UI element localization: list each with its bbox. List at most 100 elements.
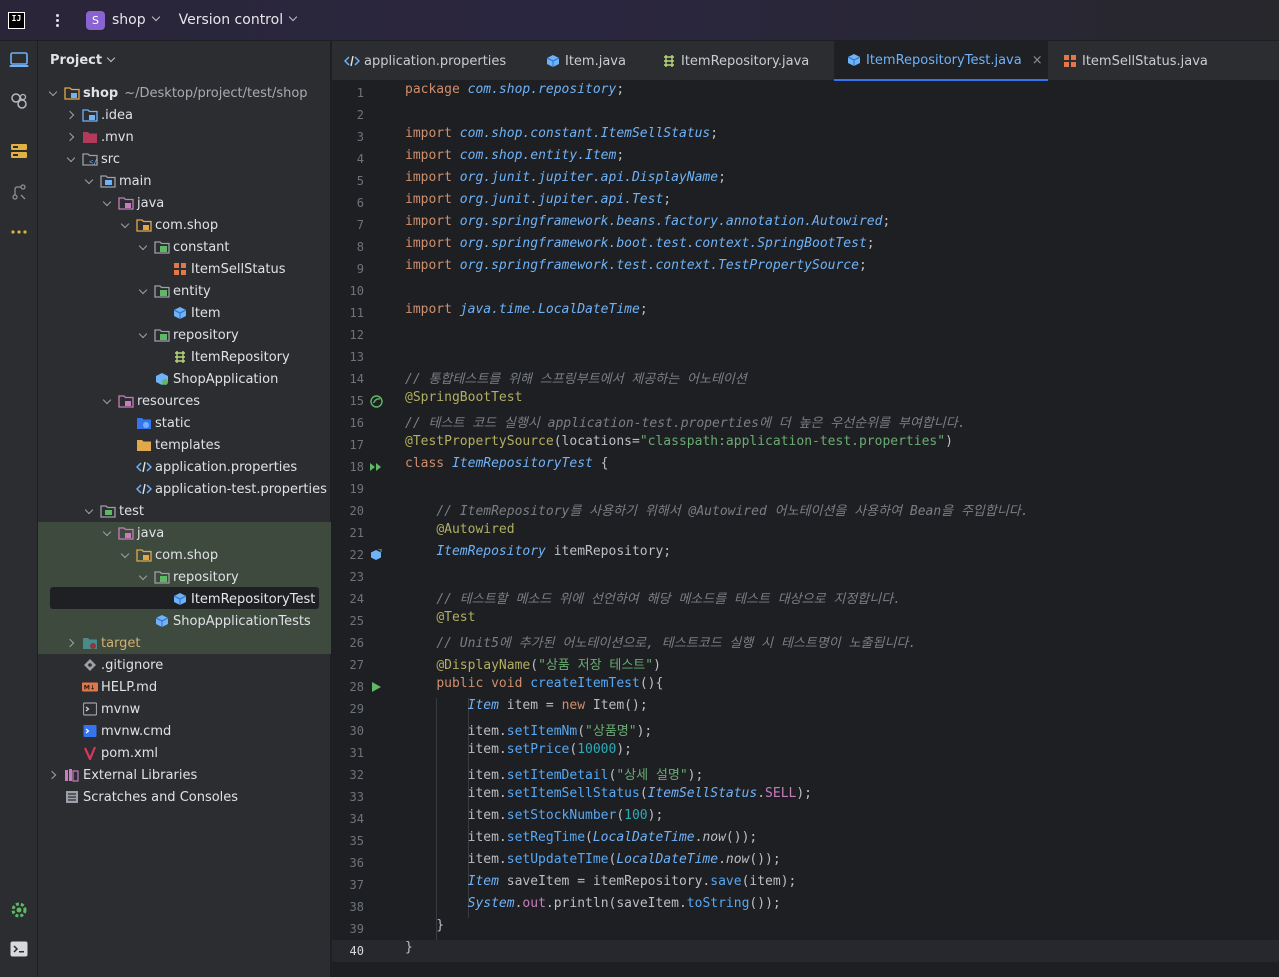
code-line[interactable]: @Test: [405, 610, 475, 632]
code-line[interactable]: // Unit5에 추가된 어노테이션으로, 테스트코드 실행 시 테스트명이 …: [405, 632, 916, 654]
run-all-icon[interactable]: [369, 460, 383, 474]
tree-item-external-libraries[interactable]: External Libraries: [38, 764, 331, 786]
code-line[interactable]: class ItemRepositoryTest {: [405, 456, 609, 478]
code-line[interactable]: item.setItemDetail("상세 설명");: [405, 764, 704, 786]
code-editor[interactable]: 1 2 3 4 5 6 7 8 9 10 11 12 13 14 15 16 17 18 19 20 21 22 23 24 2…: [332, 82, 1279, 977]
tree-item-mvnw-cmd[interactable]: mvnw.cmd: [38, 720, 331, 742]
tree-item-templates[interactable]: templates: [38, 434, 331, 456]
tree-item-idea[interactable]: .idea: [38, 104, 331, 126]
run-test-icon[interactable]: [369, 680, 383, 694]
code-line[interactable]: import org.junit.jupiter.api.Test;: [405, 192, 671, 214]
app-logo-icon[interactable]: IJ: [8, 11, 25, 29]
chevron-down-icon[interactable]: [100, 196, 114, 210]
code-line[interactable]: @DisplayName("상품 저장 테스트"): [405, 654, 661, 676]
tab-item-java[interactable]: Item.java: [543, 41, 643, 81]
chevron-down-icon[interactable]: [288, 12, 298, 22]
code-line[interactable]: }: [405, 940, 413, 962]
code-line[interactable]: item.setStockNumber(100);: [405, 808, 664, 830]
code-line[interactable]: import org.springframework.boot.test.con…: [405, 236, 875, 258]
chevron-down-icon[interactable]: [46, 86, 60, 100]
tree-item-entity[interactable]: entity: [38, 280, 331, 302]
code-line[interactable]: // 통합테스트를 위해 스프링부트에서 제공하는 어노테이션: [405, 368, 747, 390]
code-line[interactable]: @SpringBootTest: [405, 390, 522, 412]
tree-item-itemrepository[interactable]: ItemRepository: [38, 346, 331, 368]
chevron-down-icon[interactable]: [64, 152, 78, 166]
project-icon[interactable]: [9, 50, 29, 70]
code-line[interactable]: // ItemRepository를 사용하기 위해서 @Autowired 어…: [405, 500, 1028, 522]
chevron-down-icon[interactable]: [100, 526, 114, 540]
tree-item-scratches-and-consoles[interactable]: Scratches and Consoles: [38, 786, 331, 808]
code-line[interactable]: import org.springframework.test.context.…: [405, 258, 867, 280]
code-line[interactable]: ItemRepository itemRepository;: [405, 544, 671, 566]
tree-item-pom-xml[interactable]: pom.xml: [38, 742, 331, 764]
code-line[interactable]: }: [405, 918, 444, 940]
tree-item-main[interactable]: main: [38, 170, 331, 192]
project-badge[interactable]: S: [86, 10, 105, 30]
tree-item-itemsellstatus[interactable]: ItemSellStatus: [38, 258, 331, 280]
code-line[interactable]: @Autowired: [405, 522, 514, 544]
tree-item-com-shop[interactable]: com.shop: [38, 214, 331, 236]
code-line[interactable]: item.setUpdateTIme(LocalDateTime.now());: [405, 852, 781, 874]
more-icon[interactable]: [9, 222, 29, 242]
settings-icon[interactable]: [9, 900, 29, 920]
tree-item-application-test-properties[interactable]: application-test.properties: [38, 478, 331, 500]
autowired-bean-icon[interactable]: [369, 548, 383, 562]
code-line[interactable]: import com.shop.entity.Item;: [405, 148, 624, 170]
tree-item-shop[interactable]: shop ~/Desktop/project/test/shop: [38, 82, 331, 104]
code-line[interactable]: item.setPrice(10000);: [405, 742, 632, 764]
tree-item-java[interactable]: java: [38, 192, 331, 214]
chevron-down-icon[interactable]: [118, 548, 132, 562]
code-line[interactable]: Item saveItem = itemRepository.save(item…: [405, 874, 797, 896]
chevron-right-icon[interactable]: [64, 130, 78, 144]
chevron-right-icon[interactable]: [64, 636, 78, 650]
terminal-icon[interactable]: [9, 939, 29, 959]
code-line[interactable]: System.out.println(saveItem.toString());: [405, 896, 781, 918]
code-line[interactable]: import org.junit.jupiter.api.DisplayName…: [405, 170, 726, 192]
chevron-down-icon[interactable]: [136, 240, 150, 254]
tab-application-properties[interactable]: application.properties: [342, 41, 532, 81]
code-line[interactable]: @TestPropertySource(locations="classpath…: [405, 434, 953, 456]
chevron-right-icon[interactable]: [64, 108, 78, 122]
chevron-down-icon[interactable]: [82, 174, 96, 188]
tree-item-repository[interactable]: repository: [38, 566, 331, 588]
tree-item-item[interactable]: Item: [38, 302, 331, 324]
chevron-down-icon[interactable]: [100, 394, 114, 408]
vcs-icon[interactable]: [9, 182, 29, 202]
chevron-down-icon[interactable]: [151, 12, 160, 22]
tree-item-shopapplication[interactable]: ShopApplication: [38, 368, 331, 390]
project-name[interactable]: shop: [112, 12, 146, 28]
chevron-down-icon[interactable]: [106, 53, 116, 63]
tree-item-mvnw[interactable]: mvnw: [38, 698, 331, 720]
tree-item-mvn[interactable]: .mvn: [38, 126, 331, 148]
chevron-down-icon[interactable]: [136, 284, 150, 298]
chevron-right-icon[interactable]: [46, 768, 60, 782]
tree-item-resources[interactable]: resources: [38, 390, 331, 412]
chevron-down-icon[interactable]: [136, 570, 150, 584]
chevron-down-icon[interactable]: [118, 218, 132, 232]
code-line[interactable]: public void createItemTest(){: [405, 676, 663, 698]
code-line[interactable]: // 테스트 코드 실행시 application-test.propertie…: [405, 412, 966, 434]
chevron-down-icon[interactable]: [136, 328, 150, 342]
tree-item-java[interactable]: java: [38, 522, 331, 544]
tree-item-gitignore[interactable]: .gitignore: [38, 654, 331, 676]
code-line[interactable]: item.setItemNm("상품명");: [405, 720, 653, 742]
spring-bean-icon[interactable]: [369, 394, 383, 408]
main-menu-icon[interactable]: [47, 10, 67, 30]
chevron-down-icon[interactable]: [82, 504, 96, 518]
tree-item-com-shop[interactable]: com.shop: [38, 544, 331, 566]
close-tab-icon[interactable]: ×: [1032, 53, 1043, 68]
code-line[interactable]: package com.shop.repository;: [405, 82, 632, 104]
tree-item-target[interactable]: target: [38, 632, 331, 654]
tree-item-shopapplicationtests[interactable]: ShopApplicationTests: [38, 610, 331, 632]
tab-itemrepository-java[interactable]: ItemRepository.java: [659, 41, 819, 81]
tree-item-application-properties[interactable]: application.properties: [38, 456, 331, 478]
code-line[interactable]: import com.shop.constant.ItemSellStatus;: [405, 126, 718, 148]
code-line[interactable]: import org.springframework.beans.factory…: [405, 214, 890, 236]
code-line[interactable]: item.setRegTime(LocalDateTime.now());: [405, 830, 758, 852]
tab-itemsellstatus-java[interactable]: ItemSellStatus.java: [1060, 41, 1220, 81]
tree-item-constant[interactable]: constant: [38, 236, 331, 258]
tree-item-itemrepositorytest[interactable]: ItemRepositoryTest: [38, 588, 331, 610]
project-panel-title[interactable]: Project: [50, 53, 116, 68]
code-line[interactable]: Item item = new Item();: [405, 698, 648, 720]
code-line[interactable]: import java.time.LocalDateTime;: [405, 302, 648, 324]
